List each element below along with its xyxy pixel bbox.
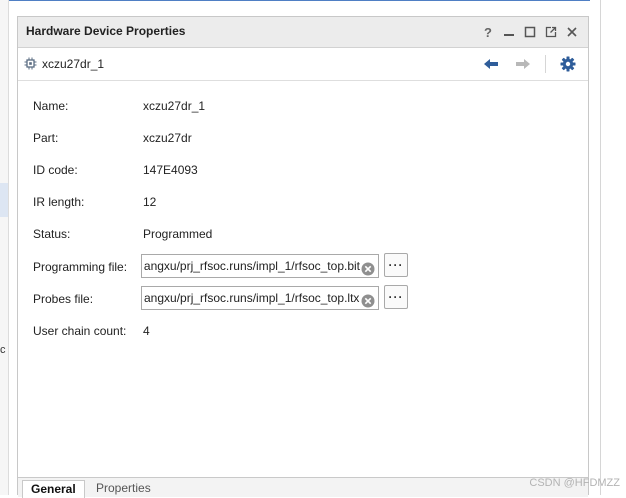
arrow-left-icon[interactable] [481,55,501,73]
gear-icon[interactable] [558,55,578,73]
chip-icon [24,57,37,73]
property-label: ID code: [33,163,78,177]
maximize-icon[interactable] [522,23,538,41]
property-label: Name: [33,99,69,113]
property-value: 4 [143,324,150,338]
help-label: ? [484,24,492,40]
property-label: Probes file: [33,292,94,306]
left-panel-selection[interactable] [0,183,8,217]
property-label: IR length: [33,195,85,209]
left-side-panel: c [0,0,9,495]
arrow-right-icon[interactable] [513,55,533,73]
property-row-probes-file: Probes file: angxu/prj_rfsoc.runs/impl_1… [28,285,588,312]
property-label: Part: [33,131,59,145]
right-side-strip [600,0,626,495]
probes-file-path: angxu/prj_rfsoc.runs/impl_1/rfsoc_top.lt… [144,291,360,305]
watermark: CSDN @HFDMZZ [529,477,620,489]
programming-file-input[interactable]: angxu/prj_rfsoc.runs/impl_1/rfsoc_top.bi… [141,254,379,278]
window-title: Hardware Device Properties [26,24,186,38]
probes-file-input[interactable]: angxu/prj_rfsoc.runs/impl_1/rfsoc_top.lt… [141,286,379,310]
toolbar-separator [545,55,546,73]
property-label: Status: [33,227,71,241]
property-value: 147E4093 [143,163,198,177]
property-row-programming-file: Programming file: angxu/prj_rfsoc.runs/i… [28,253,588,280]
hardware-device-properties-window: Hardware Device Properties ? xczu27dr_1 … [17,16,589,498]
tab-properties[interactable]: Properties [88,480,159,497]
programming-file-path: angxu/prj_rfsoc.runs/impl_1/rfsoc_top.bi… [143,259,360,273]
device-header: xczu27dr_1 [18,48,588,81]
bottom-tab-bar: General Properties [18,477,588,498]
window-controls: ? [480,23,580,41]
property-label: User chain count: [33,324,127,338]
navigation-toolbar [481,55,578,73]
property-value: 12 [143,195,157,209]
float-icon[interactable] [543,23,559,41]
property-value: xczu27dr_1 [143,99,206,113]
browse-programming-file-button[interactable]: ··· [384,253,408,277]
title-bar: Hardware Device Properties ? [18,17,588,48]
minimize-icon[interactable] [501,23,517,41]
close-icon[interactable] [564,23,580,41]
property-label: Programming file: [33,260,128,274]
clear-icon[interactable] [361,259,375,276]
top-accent-line [0,0,590,1]
device-name: xczu27dr_1 [42,57,105,71]
clear-icon[interactable] [361,291,375,308]
tab-general[interactable]: General [22,480,85,498]
left-panel-text: c [0,344,6,356]
property-value: xczu27dr [143,131,192,145]
browse-probes-file-button[interactable]: ··· [384,285,408,309]
property-value: Programmed [143,227,213,241]
help-icon[interactable]: ? [480,23,496,41]
